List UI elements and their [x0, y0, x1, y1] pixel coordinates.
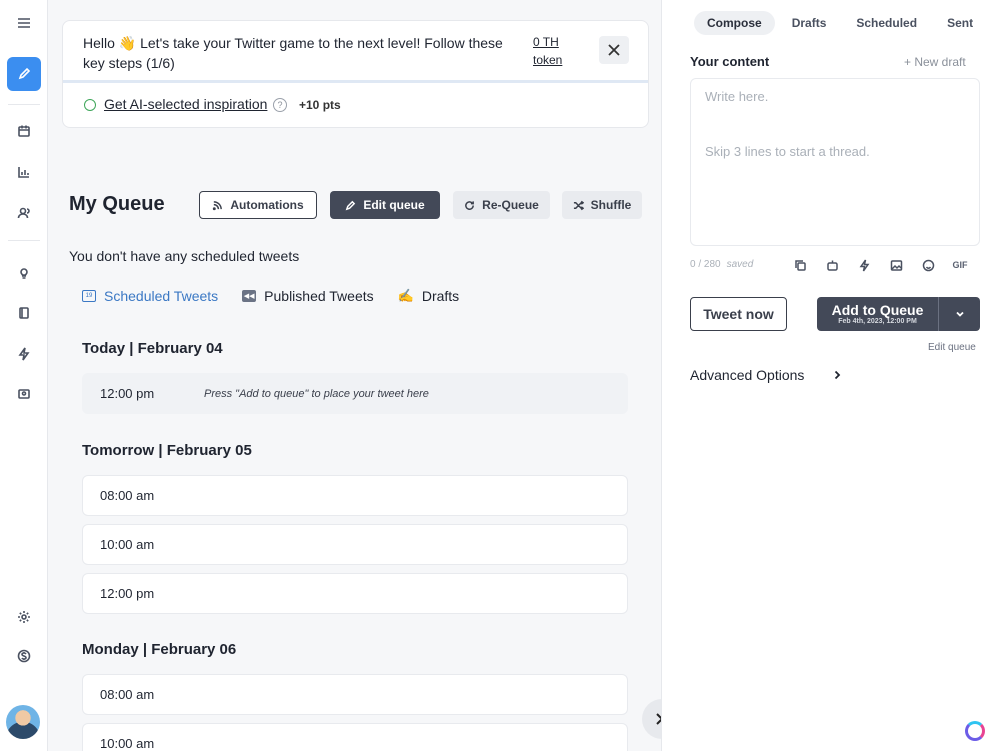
- slot-time: 12:00 pm: [100, 586, 155, 601]
- points-badge: +10 pts: [299, 98, 341, 112]
- lightbulb-icon[interactable]: [7, 256, 41, 290]
- advanced-options-label: Advanced Options: [690, 367, 805, 383]
- slot-time: 08:00 am: [100, 687, 155, 702]
- counter-value: 0 / 280: [690, 259, 721, 270]
- composer-tabs: Compose Drafts Scheduled Sent: [694, 11, 986, 35]
- image-icon[interactable]: [888, 257, 904, 273]
- chevron-right-icon: [835, 370, 841, 380]
- queue-tabs: 19 Scheduled Tweets ◀◀ Published Tweets …: [82, 288, 459, 304]
- queue-slot[interactable]: 10:00 am: [82, 524, 628, 565]
- pencil-icon: [346, 200, 356, 210]
- queue-time-label: Feb 4th, 2023, 12:00 PM: [838, 318, 917, 325]
- slot-time: 08:00 am: [100, 488, 155, 503]
- day-heading: Monday | February 06: [82, 641, 237, 658]
- add-to-queue-button[interactable]: Add to Queue Feb 4th, 2023, 12:00 PM: [817, 297, 980, 331]
- slot-time: 10:00 am: [100, 736, 155, 751]
- token-link[interactable]: 0 TH token: [533, 33, 573, 69]
- new-draft-link[interactable]: + New draft: [904, 55, 966, 69]
- shuffle-icon: [573, 200, 584, 210]
- rewind-icon: ◀◀: [242, 290, 257, 302]
- billing-icon[interactable]: [7, 639, 41, 673]
- requeue-label: Re-Queue: [482, 198, 539, 212]
- editor-toolbar: GIF: [792, 257, 968, 273]
- automations-label: Automations: [230, 198, 304, 212]
- sidebar-divider: [8, 104, 40, 105]
- shuffle-button[interactable]: Shuffle: [562, 191, 642, 219]
- tab-scheduled-tweets[interactable]: 19 Scheduled Tweets: [82, 288, 218, 304]
- tab-scheduled[interactable]: Scheduled: [843, 11, 930, 35]
- slot-hint: Press "Add to queue" to place your tweet…: [204, 387, 429, 400]
- calendar-icon: 19: [82, 290, 96, 302]
- save-state: saved: [726, 259, 754, 270]
- shuffle-label: Shuffle: [590, 198, 632, 212]
- onboarding-message: Hello 👋 Let's take your Twitter game to …: [83, 35, 503, 71]
- tweet-editor[interactable]: Write here. Skip 3 lines to start a thre…: [690, 78, 980, 246]
- gif-icon[interactable]: GIF: [952, 257, 968, 273]
- content-label: Your content: [690, 54, 770, 69]
- edit-queue-label: Edit queue: [363, 198, 425, 212]
- settings-icon[interactable]: [7, 600, 41, 634]
- character-counter: 0 / 280 saved: [690, 259, 753, 270]
- lightning-icon[interactable]: [856, 257, 872, 273]
- tab-sent[interactable]: Sent: [934, 11, 986, 35]
- empty-queue-message: You don't have any scheduled tweets: [69, 248, 300, 264]
- help-icon[interactable]: ?: [273, 98, 287, 112]
- day-heading: Today | February 04: [82, 340, 223, 357]
- editor-placeholder: Write here.: [705, 89, 769, 104]
- edit-queue-button[interactable]: Edit queue: [330, 191, 440, 219]
- assistant-logo-icon[interactable]: [965, 721, 985, 741]
- tab-drafts[interactable]: ✍ Drafts: [398, 288, 460, 304]
- step-circle-icon: [84, 99, 96, 111]
- advanced-options-toggle[interactable]: Advanced Options: [690, 367, 842, 383]
- tweet-now-button[interactable]: Tweet now: [690, 297, 787, 331]
- tab-published-tweets[interactable]: ◀◀ Published Tweets: [242, 288, 374, 304]
- emoji-icon[interactable]: [920, 257, 936, 273]
- day-heading: Tomorrow | February 05: [82, 442, 252, 459]
- rss-icon: [213, 200, 223, 210]
- queue-options-dropdown[interactable]: [939, 297, 980, 331]
- editor-placeholder-hint: Skip 3 lines to start a thread.: [705, 144, 870, 159]
- analytics-icon[interactable]: [7, 155, 41, 189]
- sidebar: [0, 0, 48, 751]
- queue-slot[interactable]: 10:00 am: [82, 723, 628, 751]
- book-icon[interactable]: [7, 296, 41, 330]
- queue-slot[interactable]: 08:00 am: [82, 674, 628, 715]
- edit-queue-link[interactable]: Edit queue: [928, 342, 976, 353]
- lightning-icon[interactable]: [7, 337, 41, 371]
- page-title: My Queue: [69, 193, 165, 215]
- users-icon[interactable]: [7, 196, 41, 230]
- slot-time: 12:00 pm: [100, 386, 155, 401]
- pencil-icon: ✍: [397, 288, 414, 303]
- slot-time: 10:00 am: [100, 537, 155, 552]
- tab-label: Published Tweets: [264, 288, 374, 304]
- refresh-icon: [465, 200, 475, 210]
- add-to-queue-label: Add to Queue: [831, 302, 924, 318]
- queue-slot[interactable]: 08:00 am: [82, 475, 628, 516]
- copy-icon[interactable]: [792, 257, 808, 273]
- calendar-icon[interactable]: [7, 114, 41, 148]
- onboarding-card: Hello 👋 Let's take your Twitter game to …: [62, 20, 649, 128]
- queue-slot[interactable]: 12:00 pm: [82, 573, 628, 614]
- tab-drafts[interactable]: Drafts: [779, 11, 840, 35]
- robot-icon[interactable]: [824, 257, 840, 273]
- contact-card-icon[interactable]: [7, 377, 41, 411]
- chevron-down-icon: [955, 311, 964, 317]
- menu-icon[interactable]: [7, 6, 41, 40]
- sidebar-divider: [8, 240, 40, 241]
- main-area: Hello 👋 Let's take your Twitter game to …: [48, 0, 682, 751]
- inspiration-link[interactable]: Get AI-selected inspiration: [104, 96, 267, 112]
- requeue-button[interactable]: Re-Queue: [453, 191, 550, 219]
- queue-slot[interactable]: 12:00 pm Press "Add to queue" to place y…: [82, 373, 628, 414]
- automations-button[interactable]: Automations: [199, 191, 317, 219]
- onboarding-close-button[interactable]: [599, 36, 629, 64]
- tab-compose[interactable]: Compose: [694, 11, 775, 35]
- close-icon: [608, 44, 620, 56]
- compose-button[interactable]: [7, 57, 41, 91]
- composer-panel: Compose Drafts Scheduled Sent Your conte…: [661, 0, 1000, 751]
- tab-label: Scheduled Tweets: [104, 288, 219, 304]
- tab-label: Drafts: [421, 288, 460, 304]
- avatar[interactable]: [6, 705, 40, 739]
